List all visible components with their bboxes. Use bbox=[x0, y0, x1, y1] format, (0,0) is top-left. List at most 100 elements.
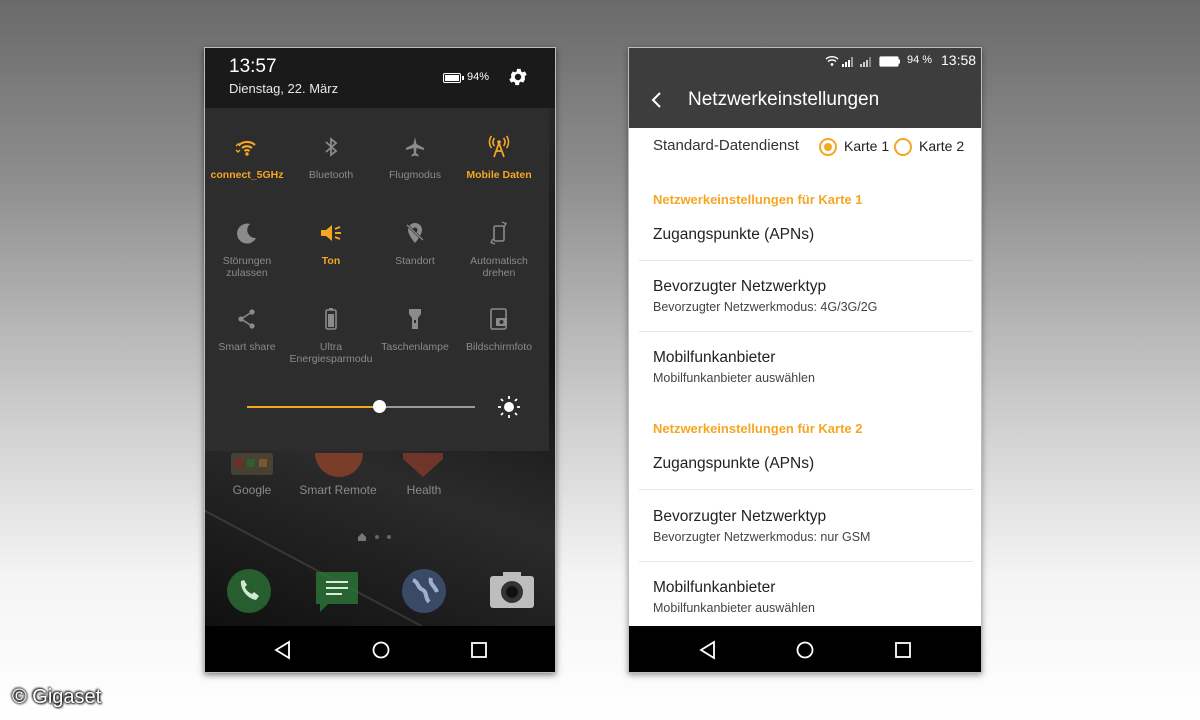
divider bbox=[639, 561, 973, 562]
list-item-network-type-card-1[interactable]: Bevorzugter Netzwerktyp Bevorzugter Netz… bbox=[639, 278, 973, 328]
settings-list: Standard-Datendienst Karte 1 Karte 2 Net… bbox=[629, 128, 981, 626]
home-app-row: Google Smart Remote Health bbox=[205, 453, 555, 503]
item-title: Zugangspunkte (APNs) bbox=[653, 226, 815, 243]
status-icons bbox=[825, 56, 900, 67]
browser-app-icon[interactable] bbox=[401, 568, 447, 614]
brightness-icon[interactable] bbox=[496, 394, 522, 420]
item-subtitle: Bevorzugter Netzwerkmodus: 4G/3G/2G bbox=[653, 300, 878, 314]
page-indicator bbox=[357, 532, 417, 542]
home-icon[interactable] bbox=[795, 640, 815, 660]
divider bbox=[639, 489, 973, 490]
quick-settings-grid: connect_5GHz Bluetooth Flugmodus Mobile … bbox=[205, 120, 549, 378]
qs-tile-smart-share[interactable]: Smart share bbox=[205, 292, 289, 378]
qs-label: Standort bbox=[395, 255, 435, 267]
screenshot-icon bbox=[490, 308, 507, 330]
app-bar: Netzwerkeinstellungen bbox=[629, 74, 981, 128]
battery-saver-icon bbox=[325, 308, 337, 330]
radio-label-card-2[interactable]: Karte 2 bbox=[919, 138, 964, 154]
radio-card-2[interactable] bbox=[894, 138, 912, 156]
item-subtitle: Bevorzugter Netzwerkmodus: nur GSM bbox=[653, 530, 871, 544]
notification-header: 13:57 Dienstag, 22. März 94% bbox=[205, 48, 555, 108]
qs-tile-mobile-data[interactable]: Mobile Daten bbox=[457, 120, 541, 206]
item-title: Bevorzugter Netzwerktyp bbox=[653, 508, 827, 525]
qs-label: Bildschirmfoto bbox=[466, 341, 532, 353]
location-off-icon bbox=[406, 223, 424, 243]
gear-icon[interactable] bbox=[507, 66, 529, 88]
qs-tile-do-not-disturb[interactable]: Störungen zulassen bbox=[205, 206, 289, 292]
list-item-network-type-card-2[interactable]: Bevorzugter Netzwerktyp Bevorzugter Netz… bbox=[639, 508, 973, 558]
standard-data-service-row: Standard-Datendienst Karte 1 Karte 2 bbox=[653, 134, 973, 160]
navigation-bar bbox=[205, 626, 555, 672]
battery-percent: 94% bbox=[467, 71, 490, 83]
clock-date: Dienstag, 22. März bbox=[229, 81, 339, 96]
wifi-status-icon bbox=[825, 56, 839, 66]
qs-label: Ultra Energiesparmodu bbox=[289, 341, 373, 365]
brightness-fill bbox=[247, 406, 380, 408]
quick-settings-panel: connect_5GHz Bluetooth Flugmodus Mobile … bbox=[205, 108, 549, 451]
back-icon[interactable] bbox=[273, 640, 293, 660]
right-phone-screen: 94 % 13:58 Netzwerkeinstellungen Standar… bbox=[628, 47, 982, 673]
qs-tile-screenshot[interactable]: Bildschirmfoto bbox=[457, 292, 541, 378]
standard-data-service-label: Standard-Datendienst bbox=[653, 137, 799, 154]
camera-app-icon[interactable] bbox=[489, 568, 535, 614]
qs-label: Smart share bbox=[218, 341, 276, 353]
item-title: Bevorzugter Netzwerktyp bbox=[653, 278, 827, 295]
volume-icon bbox=[321, 225, 341, 241]
back-arrow-icon[interactable] bbox=[647, 90, 667, 110]
copyright-watermark: © Gigaset bbox=[12, 686, 102, 708]
home-icon[interactable] bbox=[371, 640, 391, 660]
item-title: Mobilfunkanbieter bbox=[653, 349, 776, 366]
phone-app-icon[interactable] bbox=[226, 568, 272, 614]
qs-tile-flashlight[interactable]: Taschenlampe bbox=[373, 292, 457, 378]
page-dot bbox=[387, 535, 391, 539]
recents-icon[interactable] bbox=[469, 640, 489, 660]
battery-percent: 94 % bbox=[907, 54, 933, 66]
left-phone-screen: 13:57 Dienstag, 22. März 94% connect_5GH… bbox=[204, 47, 556, 673]
radio-label-card-1[interactable]: Karte 1 bbox=[844, 138, 889, 154]
signal-sim2-icon bbox=[860, 57, 871, 67]
navigation-bar bbox=[629, 626, 981, 672]
radio-card-1[interactable] bbox=[819, 138, 837, 156]
mobile-data-icon bbox=[488, 135, 510, 158]
qs-label: Ton bbox=[321, 255, 341, 267]
section-header-card-1: Netzwerkeinstellungen für Karte 1 bbox=[653, 192, 863, 207]
qs-label: Störungen zulassen bbox=[222, 255, 272, 279]
app-label-google: Google bbox=[232, 483, 272, 497]
battery-status-icon bbox=[879, 56, 900, 67]
list-item-provider-card-2[interactable]: Mobilfunkanbieter Mobilfunkanbieter ausw… bbox=[639, 579, 973, 625]
qs-tile-auto-rotate[interactable]: Automatisch drehen bbox=[457, 206, 541, 292]
app-label-health: Health bbox=[406, 483, 442, 497]
qs-label: Mobile Daten bbox=[466, 169, 532, 181]
home-dot-icon bbox=[358, 533, 366, 541]
smart-remote-icon[interactable] bbox=[315, 453, 363, 477]
signal-sim1-icon bbox=[842, 57, 853, 67]
back-icon[interactable] bbox=[698, 640, 718, 660]
item-subtitle: Mobilfunkanbieter auswählen bbox=[653, 371, 815, 385]
clock-time: 13:57 bbox=[229, 56, 277, 77]
battery-icon bbox=[443, 73, 464, 83]
recents-icon[interactable] bbox=[893, 640, 913, 660]
qs-tile-sound[interactable]: Ton bbox=[289, 206, 373, 292]
brightness-slider[interactable] bbox=[247, 400, 475, 413]
google-folder-icon[interactable] bbox=[231, 453, 273, 475]
health-icon[interactable] bbox=[403, 453, 443, 477]
item-title: Zugangspunkte (APNs) bbox=[653, 455, 815, 472]
list-item-provider-card-1[interactable]: Mobilfunkanbieter Mobilfunkanbieter ausw… bbox=[639, 349, 973, 399]
divider bbox=[639, 260, 973, 261]
qs-label: Taschenlampe bbox=[381, 341, 449, 353]
item-title: Mobilfunkanbieter bbox=[653, 579, 776, 596]
wifi-icon bbox=[235, 140, 256, 156]
divider bbox=[639, 331, 973, 332]
qs-tile-wifi[interactable]: connect_5GHz bbox=[205, 120, 289, 206]
qs-label: Automatisch drehen bbox=[470, 255, 528, 279]
qs-tile-airplane[interactable]: Flugmodus bbox=[373, 120, 457, 206]
qs-label: Flugmodus bbox=[389, 169, 441, 181]
messages-app-icon[interactable] bbox=[314, 568, 360, 614]
qs-tile-location[interactable]: Standort bbox=[373, 206, 457, 292]
qs-tile-battery-saver[interactable]: Ultra Energiesparmodu bbox=[289, 292, 373, 378]
bluetooth-icon bbox=[325, 137, 338, 157]
brightness-thumb[interactable] bbox=[373, 400, 387, 413]
auto-rotate-icon bbox=[489, 221, 508, 245]
qs-tile-bluetooth[interactable]: Bluetooth bbox=[289, 120, 373, 206]
page-dot bbox=[375, 535, 379, 539]
